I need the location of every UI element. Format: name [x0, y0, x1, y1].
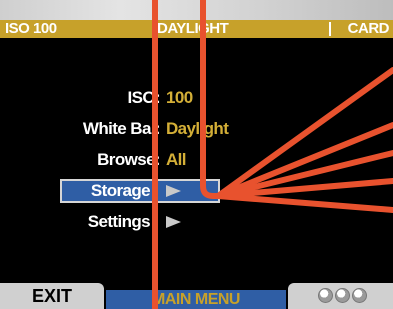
menu-item-iso-value: 100 — [166, 86, 286, 110]
dot-icon — [335, 288, 350, 303]
white-balance-status: DAYLIGHT — [157, 20, 229, 37]
menu-item-white-balance[interactable]: White Bal: — [0, 117, 161, 141]
menu-item-value: 100 — [166, 88, 193, 107]
menu-item-label: Browse: — [97, 150, 160, 169]
menu-item-white-balance-value: Daylight — [166, 117, 286, 141]
dot-icon — [352, 288, 367, 303]
menu-title: MAIN MENU — [106, 290, 286, 309]
iso-status: ISO 100 — [5, 20, 57, 37]
menu-item-browse[interactable]: Browse: — [0, 148, 160, 172]
menu-item-label: ISO: — [127, 88, 160, 107]
menu-item-iso[interactable]: ISO: — [0, 86, 160, 110]
status-bar: ISO 100 DAYLIGHT CARD — [0, 20, 393, 38]
status-divider — [152, 22, 154, 36]
dot-icon — [318, 288, 333, 303]
bottom-bar: EXIT MAIN MENU — [0, 283, 393, 309]
play-triangle-icon — [166, 185, 181, 197]
menu-item-label: Storage — [90, 181, 151, 200]
page-dots-button[interactable] — [288, 283, 393, 309]
storage-destination-status: CARD — [347, 20, 390, 37]
menu-item-value: All — [166, 150, 187, 169]
menu-item-settings[interactable]: Settings — [0, 210, 151, 234]
menu-item-browse-value: All — [166, 148, 286, 172]
menu-item-label: Settings — [87, 212, 151, 231]
play-triangle-icon — [166, 216, 181, 228]
menu-item-storage[interactable]: Storage — [0, 179, 151, 203]
exit-button[interactable]: EXIT — [0, 283, 104, 309]
menu-item-value: Daylight — [166, 119, 229, 138]
status-divider — [329, 22, 331, 36]
menu-item-label: White Bal: — [82, 119, 161, 138]
